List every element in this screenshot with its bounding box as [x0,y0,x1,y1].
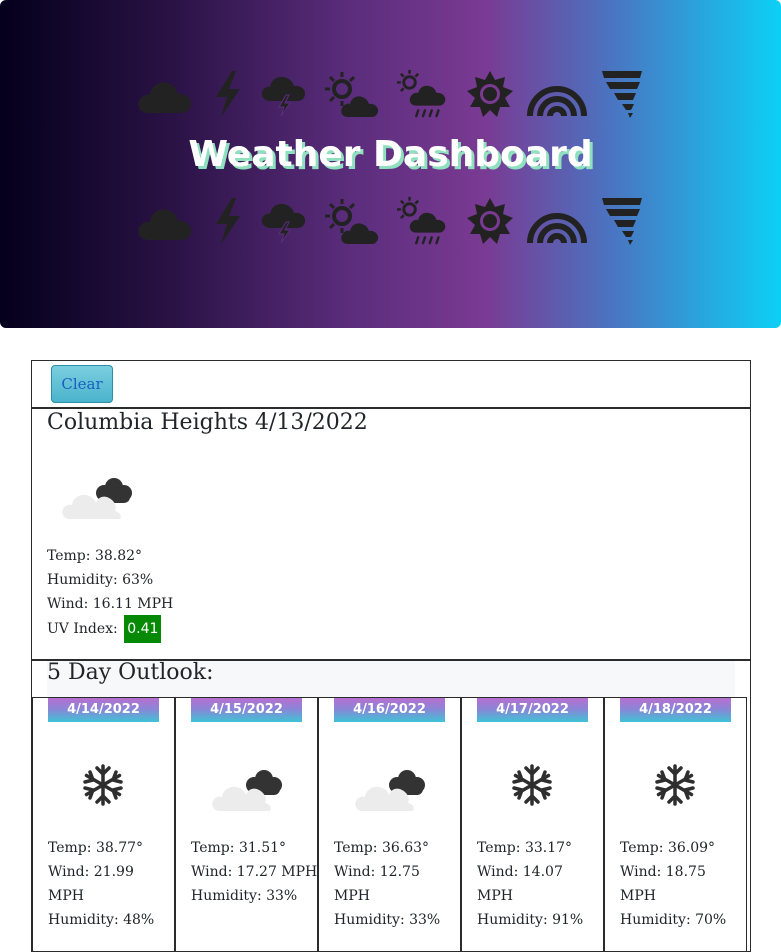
forecast-humidity: Humidity: 33% [334,912,441,928]
cloud-icon [134,69,196,119]
forecast-humidity: Humidity: 33% [191,888,298,904]
forecast-date: 4/14/2022 [48,698,159,722]
forecast-wind: Wind: 12.75 [334,864,420,880]
lightning-icon [208,196,248,246]
thunderstorm-icon [259,196,309,246]
snowflake-icon [81,763,125,807]
current-weather: Columbia Heights 4/13/2022 Temp: 38.82° … [32,409,750,661]
forecast-cards: 4/14/2022 Temp: 38.77° Wind: 21.99 MPH H… [32,697,750,951]
forecast-date: 4/15/2022 [191,698,302,722]
forecast-date: 4/16/2022 [334,698,445,722]
outlook-header: 5 Day Outlook: [32,661,750,697]
sun-icon [465,69,515,119]
forecast-wind-unit: MPH [334,888,370,904]
current-temp: Temp: 38.82° [47,548,143,564]
forecast-card: 4/15/2022 Temp: 31.51° Wind: 17.27 MPH H… [175,697,318,951]
forecast-temp: Temp: 36.09° [620,840,716,856]
partly-sunny-icon [321,69,383,119]
partly-cloudy-icon [210,763,290,813]
forecast-wind: Wind: 21.99 [48,864,134,880]
tornado-icon [600,69,644,119]
rainbow-icon [526,199,588,243]
current-humidity: Humidity: 63% [47,572,154,588]
cloud-icon [134,196,196,246]
search-history-bar: Clear [32,361,750,409]
lightning-icon [208,69,248,119]
outlook-title: 5 Day Outlook: [47,661,735,697]
forecast-date: 4/18/2022 [620,698,731,722]
uv-index-badge: 0.41 [124,615,162,643]
rainbow-icon [526,72,588,116]
sun-rain-icon [395,194,453,248]
forecast-card: 4/16/2022 Temp: 36.63° Wind: 12.75 MPH H… [318,697,461,951]
forecast-humidity: Humidity: 91% [477,912,584,928]
snowflake-icon [653,763,697,807]
forecast-temp: Temp: 31.51° [191,840,287,856]
clear-button[interactable]: Clear [51,365,113,403]
forecast-humidity: Humidity: 48% [48,912,155,928]
current-city-title: Columbia Heights 4/13/2022 [47,410,368,435]
partly-cloudy-icon [60,471,140,521]
forecast-wind: Wind: 18.75 [620,864,706,880]
forecast-wind-unit: MPH [48,888,84,904]
forecast-date: 4/17/2022 [477,698,588,722]
weather-panel: Clear Columbia Heights 4/13/2022 Temp: 3… [31,360,751,952]
partly-sunny-icon [321,196,383,246]
sun-rain-icon [395,67,453,121]
header-icon-row-bottom [134,193,644,249]
forecast-wind-unit: MPH [620,888,656,904]
tornado-icon [600,196,644,246]
page-title: Weather Dashboard [188,134,593,175]
forecast-temp: Temp: 36.63° [334,840,430,856]
forecast-wind: Wind: 14.07 [477,864,563,880]
forecast-card: 4/18/2022 Temp: 36.09° Wind: 18.75 MPH H… [604,697,747,951]
forecast-wind-unit: MPH [477,888,513,904]
forecast-humidity: Humidity: 70% [620,912,727,928]
uv-index-label: UV Index: [47,621,118,637]
current-wind: Wind: 16.11 MPH [47,596,174,612]
forecast-temp: Temp: 33.17° [477,840,573,856]
partly-cloudy-icon [353,763,433,813]
header-icon-row-top [134,66,644,122]
sun-icon [465,196,515,246]
forecast-card: 4/17/2022 Temp: 33.17° Wind: 14.07 MPH H… [461,697,604,951]
forecast-wind: Wind: 17.27 MPH [191,864,318,880]
current-uv: UV Index: 0.41 [47,615,162,643]
forecast-card: 4/14/2022 Temp: 38.77° Wind: 21.99 MPH H… [32,697,175,951]
dashboard-header: Weather Dashboard [0,0,781,328]
forecast-temp: Temp: 38.77° [48,840,144,856]
thunderstorm-icon [259,69,309,119]
snowflake-icon [510,763,554,807]
